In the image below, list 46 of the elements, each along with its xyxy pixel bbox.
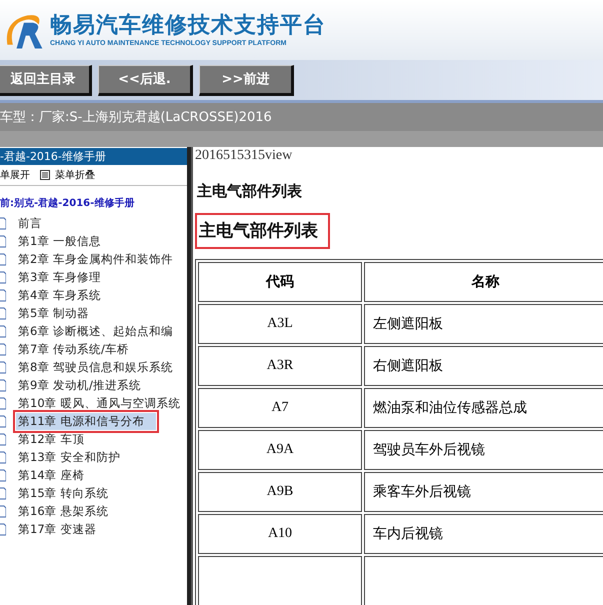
section-heading: 主电气部件列表	[195, 213, 330, 249]
table-cell: 左侧遮阳板	[364, 304, 603, 344]
table-cell: 右侧遮阳板	[364, 346, 603, 386]
platform-title: 畅易汽车维修技术支持平台	[50, 13, 326, 39]
car-type-value: 厂家:S-上海别克君越(LaCROSSE)2016	[39, 109, 272, 126]
chapter-item[interactable]: 第3章 车身修理	[16, 268, 103, 286]
nav-button[interactable]: 返回主目录	[0, 64, 92, 96]
menu-action-link[interactable]: 菜单折叠	[55, 168, 95, 182]
table-cell: 乘客车外后视镜	[364, 472, 603, 512]
table-cell: A3R	[198, 346, 362, 386]
chapter-item[interactable]: 第4章 车身系统	[16, 286, 103, 304]
document-id: 2016515315view	[195, 148, 294, 164]
chapter-item[interactable]: 第7章 传动系统/车桥	[16, 340, 131, 358]
table-cell: 燃油泵和油位传感器总成	[364, 388, 603, 428]
chapter-item[interactable]: 第11章 电源和信号分布	[16, 412, 156, 430]
chapter-item[interactable]: 第2章 车身金属构件和装饰件	[16, 250, 175, 268]
current-manual-label: 前:别克-君越-2016-维修手册	[0, 196, 136, 210]
table-cell: A7	[198, 388, 362, 428]
chapter-item[interactable]: 第10章 暖风、通风与空调系统	[16, 394, 182, 412]
column-header: 名称	[364, 262, 603, 302]
table-cell: A3L	[198, 304, 362, 344]
nav-button[interactable]: <<后退.	[98, 64, 193, 96]
column-header: 代码	[198, 262, 362, 302]
chapter-item[interactable]: 第9章 发动机/推进系统	[16, 376, 143, 394]
car-type-label: 车型：	[0, 109, 39, 126]
chapter-item[interactable]: 第14章 座椅	[16, 466, 86, 484]
collapse-icon	[40, 170, 50, 180]
chapter-item[interactable]: 第16章 悬架系统	[16, 502, 110, 520]
chapter-item[interactable]: 第5章 制动器	[16, 304, 91, 322]
table-cell: 驾驶员车外后视镜	[364, 430, 603, 470]
chapter-item[interactable]: 第1章 一般信息	[16, 232, 103, 250]
table-cell: A9A	[198, 430, 362, 470]
chapter-item[interactable]: 第6章 诊断概述、起始点和编	[16, 322, 175, 340]
chapter-item[interactable]: 第15章 转向系统	[16, 484, 110, 502]
chapter-item[interactable]: 第17章 变速器	[16, 520, 98, 538]
section-heading: 主电气部件列表	[196, 182, 303, 201]
table-cell: A9B	[198, 472, 362, 512]
table-cell: 车内后视镜	[364, 514, 603, 554]
menu-action-link[interactable]: 单展开	[0, 168, 30, 182]
chapter-item[interactable]: 第13章 安全和防护	[16, 448, 122, 466]
nav-button[interactable]: >>前进	[199, 64, 294, 96]
chapter-item[interactable]: 第12章 车顶	[16, 430, 86, 448]
manual-title: -君越-2016-维修手册	[0, 148, 187, 165]
table-cell: A10	[198, 514, 362, 554]
chapter-item[interactable]: 前言	[16, 214, 44, 232]
chapter-item[interactable]: 第8章 驾驶员信息和娱乐系统	[16, 358, 175, 376]
